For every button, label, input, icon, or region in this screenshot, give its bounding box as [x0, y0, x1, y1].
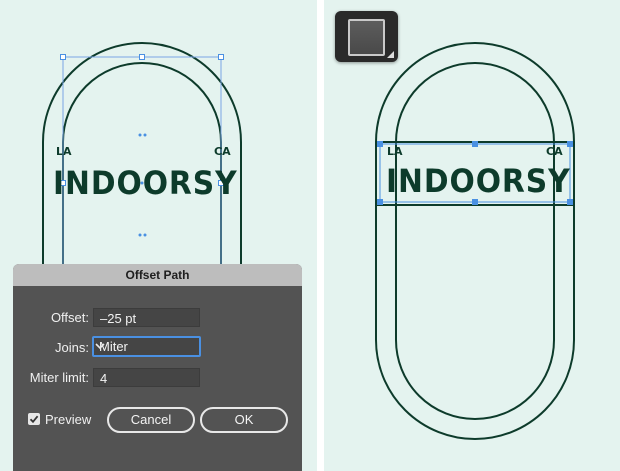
selection-handle	[377, 141, 383, 147]
preview-checkbox[interactable]	[28, 413, 40, 425]
selection-handle	[377, 199, 383, 205]
joins-label: Joins:	[55, 340, 89, 355]
offset-label: Offset:	[50, 310, 89, 325]
selection-handle	[139, 54, 145, 60]
anchor-point	[138, 233, 142, 237]
selection-handle	[218, 54, 224, 60]
inner-capsule-path	[395, 62, 555, 420]
offset-path-dialog: Offset Path Offset: –25 pt Joins: Miter …	[13, 264, 302, 471]
corner-label-right: CA	[546, 145, 563, 158]
fill-swatch	[348, 19, 385, 56]
selection-handle	[472, 141, 478, 147]
selection-handle	[567, 141, 573, 147]
miter-limit-label: Miter limit:	[29, 370, 89, 385]
preview-label: Preview	[45, 412, 92, 427]
swatch-corner-fold	[387, 51, 394, 58]
checkmark-icon	[29, 415, 39, 424]
selection-handle	[60, 54, 66, 60]
corner-label-left: LA	[56, 145, 72, 158]
chevron-down-icon	[95, 343, 105, 350]
cancel-button[interactable]: Cancel	[107, 407, 195, 433]
right-artwork	[375, 42, 575, 440]
dialog-title: Offset Path	[13, 264, 302, 286]
corner-label-left: LA	[387, 145, 403, 158]
anchor-point	[143, 133, 147, 137]
joins-select[interactable]: Miter	[92, 336, 201, 357]
anchor-point	[138, 133, 142, 137]
anchor-point	[143, 233, 147, 237]
right-canvas[interactable]: LA CA INDOORSY	[324, 0, 620, 471]
selection-bounding-box	[62, 56, 222, 268]
ok-button[interactable]: OK	[200, 407, 288, 433]
brand-text: INDOORSY	[53, 164, 238, 202]
brand-text: INDOORSY	[386, 162, 571, 200]
offset-field[interactable]: –25 pt	[93, 308, 200, 327]
fill-stroke-swatch-icon[interactable]	[335, 11, 398, 62]
miter-limit-field[interactable]: 4	[93, 368, 200, 387]
corner-label-right: CA	[214, 145, 231, 158]
